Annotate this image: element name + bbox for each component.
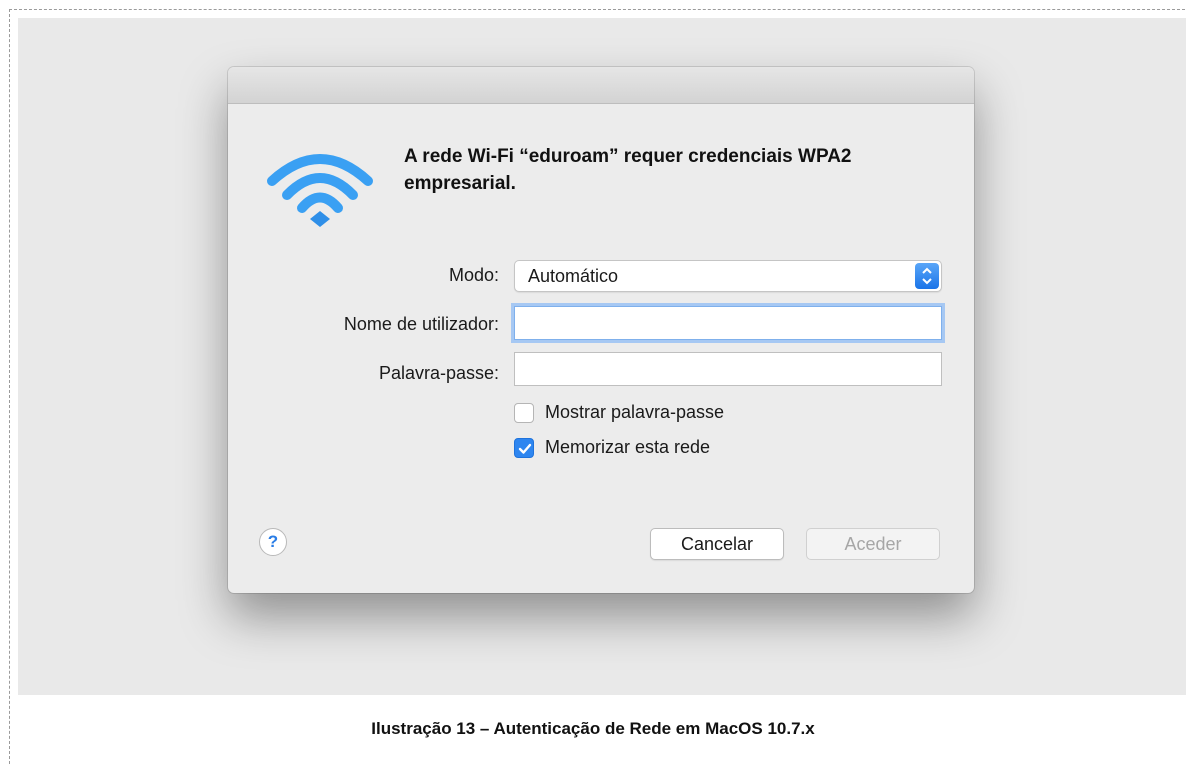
mode-select-value: Automático [528,266,619,286]
dialog-heading: A rede Wi-Fi “eduroam” requer credenciai… [404,146,852,194]
up-down-arrows-icon [915,263,939,289]
remember-network-checkbox[interactable] [514,438,534,458]
show-password-checkbox[interactable] [514,403,534,423]
mode-select[interactable]: Automático [514,260,942,292]
username-label: Nome de utilizador: [343,314,499,334]
wifi-auth-dialog: A rede Wi-Fi “eduroam” requer credenciai… [228,67,974,593]
figure-caption: Ilustração 13 – Autenticação de Rede em … [371,719,815,738]
username-input[interactable] [515,307,941,339]
dialog-titlebar[interactable] [228,67,974,104]
password-field[interactable] [514,352,942,386]
cancel-button[interactable]: Cancelar [650,528,784,560]
wifi-icon [267,154,373,227]
show-password-label[interactable]: Mostrar palavra-passe [545,402,724,423]
help-button[interactable]: ? [259,528,287,556]
remember-network-label[interactable]: Memorizar esta rede [545,437,710,458]
password-input[interactable] [515,353,941,385]
mode-label: Modo: [448,265,499,285]
checkmark-icon [518,443,532,454]
password-label: Palavra-passe: [378,363,499,383]
join-button[interactable]: Aceder [806,528,940,560]
username-field[interactable] [514,306,942,340]
